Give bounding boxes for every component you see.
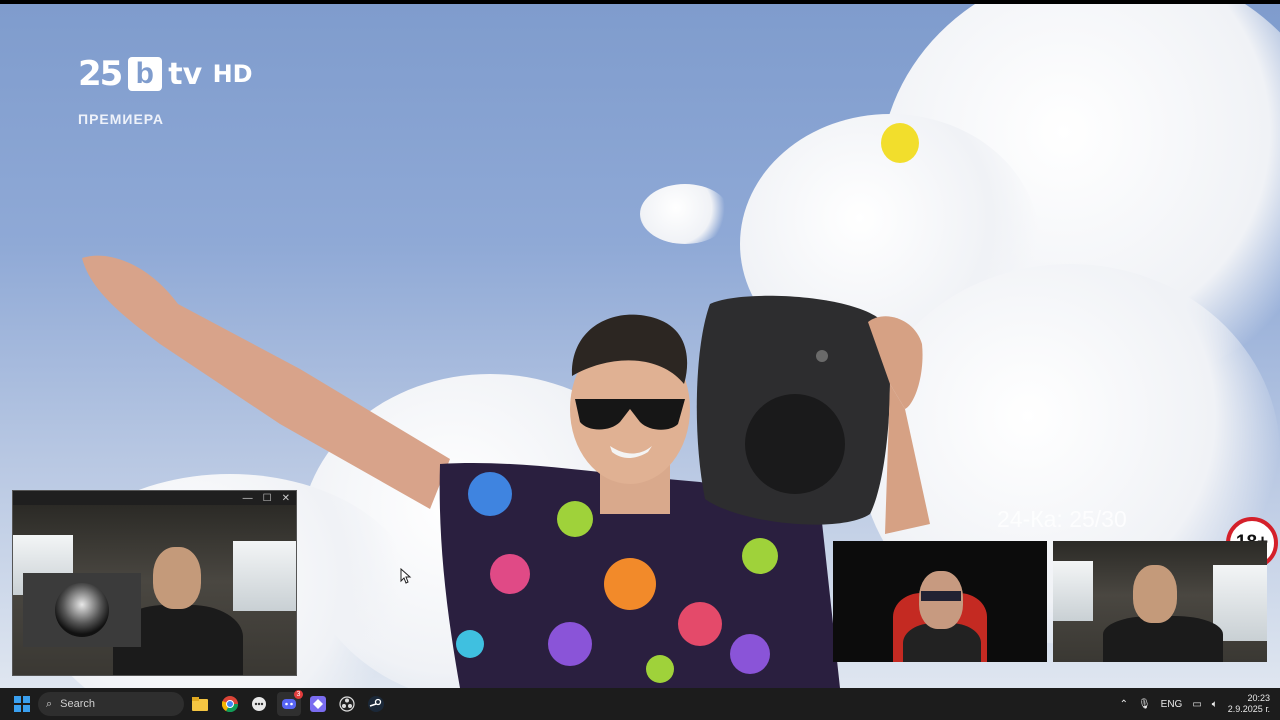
logo-b: b [127,57,162,91]
screen: 25 b tv HD ПРЕМИЕРА 24-Ка: 25/30 18+ — ☐… [0,0,1280,720]
app-icon[interactable] [306,692,330,716]
logo-hd: HD [212,60,253,88]
episode-counter: 24-Ка: 25/30 [997,506,1127,532]
webcam-feed-driver [13,505,296,675]
microphone-icon[interactable]: 🎙︎ [1138,699,1151,710]
avatar [55,583,109,637]
glasses [921,591,961,601]
truck-window [1053,561,1093,621]
person-head [153,547,201,609]
webcam-player-window[interactable]: — ☐ ✕ [12,490,297,676]
chat-app-icon[interactable] [247,692,271,716]
premiere-label: ПРЕМИЕРА [78,111,165,127]
search-icon: ⌕ [46,697,53,710]
system-tray: ⌃ 🎙︎ ENG ▭ 🔈︎ 20:23 2.9.2025 г. [1120,688,1270,720]
steam-icon[interactable] [364,692,388,716]
mouse-cursor-icon [400,568,412,584]
avatar-tile [23,573,141,647]
truck-window [233,541,296,611]
discord-icon[interactable]: 3 [277,690,303,716]
person-head [1133,565,1177,623]
logo-number: 25 [78,54,123,94]
clock-time: 20:23 [1247,693,1270,703]
obs-icon[interactable] [335,692,359,716]
volume-icon[interactable]: 🔈︎ [1212,699,1218,710]
logo-tv: tv [168,56,203,92]
yellow-balloon [881,123,919,163]
chevron-up-icon[interactable]: ⌃ [1120,699,1128,710]
chrome-icon[interactable] [218,692,242,716]
file-explorer-icon[interactable] [188,692,212,716]
close-icon[interactable]: ✕ [282,493,290,504]
network-icon[interactable]: ▭ [1192,699,1201,710]
clock[interactable]: 20:23 2.9.2025 г. [1228,693,1270,715]
clock-date: 2.9.2025 г. [1227,704,1270,714]
notification-badge: 3 [294,690,303,699]
channel-logo: 25 b tv HD [78,54,253,94]
window-titlebar[interactable]: — ☐ ✕ [13,491,296,505]
taskbar-search[interactable]: ⌕ Search [38,692,184,716]
raised-arm [82,255,450,509]
webcam-feed-streamer [833,541,1047,662]
webcam-feed-driver-2 [1053,541,1267,662]
taskbar: ⌕ Search 3 ⌃ 🎙︎ ENG ▭ 🔈︎ 20:23 2.9.2025 … [0,688,1280,720]
minimize-icon[interactable]: — [243,493,253,504]
language-indicator[interactable]: ENG [1161,699,1183,710]
maximize-icon[interactable]: ☐ [263,493,272,504]
windows-start-icon[interactable] [10,692,34,716]
search-placeholder: Search [60,698,96,710]
person-body [1103,616,1223,662]
